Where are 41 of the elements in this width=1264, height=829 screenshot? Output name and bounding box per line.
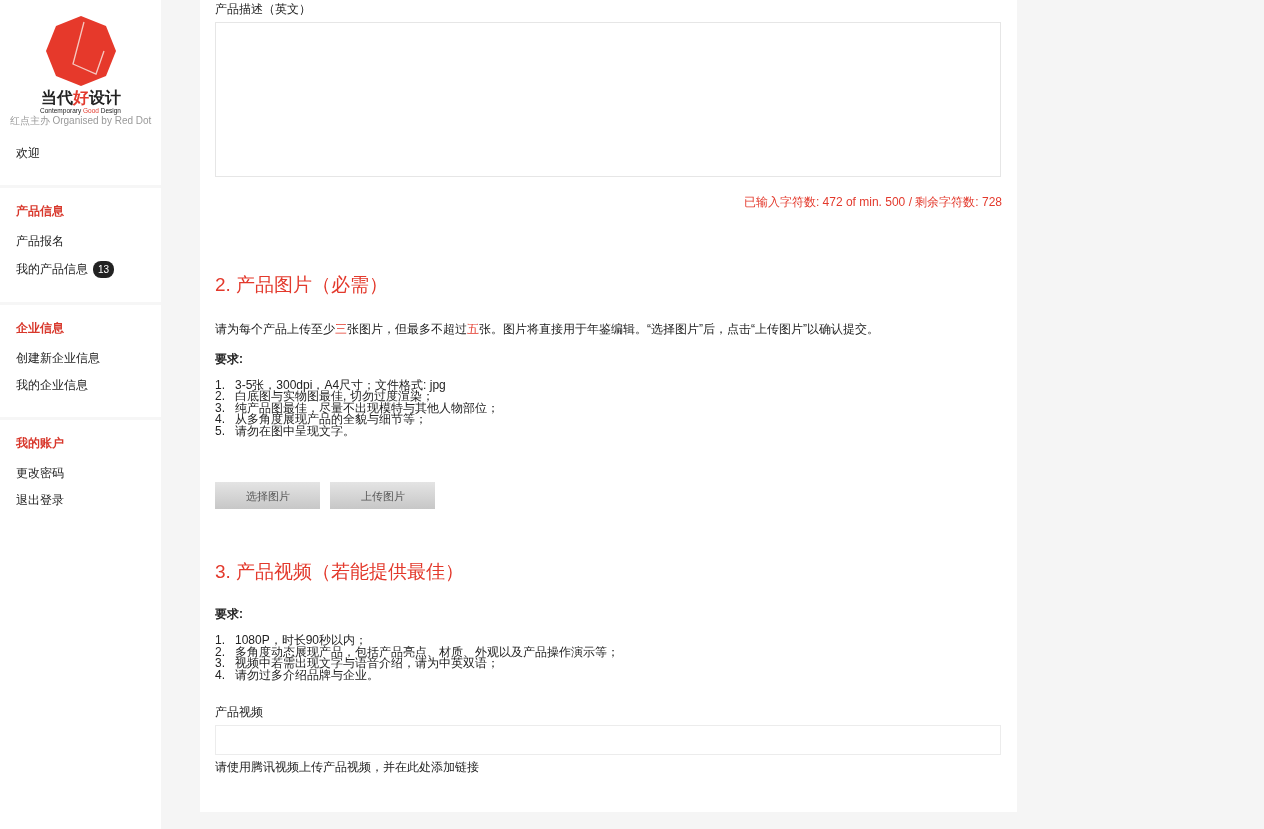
sidebar-link[interactable]: 欢迎 bbox=[16, 146, 40, 161]
requirement-text: 从多角度展现产品的全貌与细节等； bbox=[235, 414, 427, 426]
list-number: 4. bbox=[215, 669, 226, 682]
requirement-text: 视频中若需出现文字与语音介绍，请为中英双语； bbox=[235, 658, 499, 670]
logo-icon bbox=[45, 16, 116, 86]
requirement-text: 1080P，时长90秒以内； bbox=[235, 635, 368, 647]
logo-organiser: 红点主办 Organised by Red Dot bbox=[9, 115, 152, 126]
field-label: 产品视频 bbox=[215, 704, 263, 722]
list-number: 1. bbox=[215, 635, 226, 647]
sidebar-link[interactable]: 我的产品信息 bbox=[16, 262, 88, 277]
list-number: 1. bbox=[215, 379, 226, 392]
sidebar-link[interactable]: 更改密码 bbox=[16, 466, 64, 481]
list-number: 3. bbox=[215, 658, 226, 670]
logo-title: 当代好设计 bbox=[40, 89, 121, 107]
requirement-text: 请勿在图中呈现文字。 bbox=[235, 425, 355, 438]
sidebar-heading: 企业信息 bbox=[16, 320, 64, 337]
field-label: 产品描述（英文） bbox=[215, 3, 311, 15]
character-counter: 已输入字符数: 472 of min. 500 / 剩余字符数: 728 bbox=[743, 195, 1002, 209]
list-number: 4. bbox=[215, 414, 226, 426]
count-badge: 13 bbox=[93, 261, 115, 278]
list-number: 2. bbox=[215, 391, 226, 403]
requirements-label: 要求: bbox=[215, 351, 243, 366]
section-title: 2. 产品图片（必需） bbox=[215, 274, 389, 297]
sidebar-heading: 我的账户 bbox=[16, 435, 64, 452]
help-text: 请使用腾讯视频上传产品视频，并在此处添加链接 bbox=[215, 760, 479, 775]
sidebar-link[interactable]: 我的企业信息 bbox=[16, 378, 88, 393]
requirement-text: 请勿过多介绍品牌与企业。 bbox=[235, 669, 379, 682]
intro-text: 请为每个产品上传至少三张图片，但最多不超过五张。图片将直接用于年鉴编辑。“选择图片”后，点击“上传图片”以确认提交。 bbox=[215, 321, 879, 336]
sidebar-link[interactable]: 产品报名 bbox=[16, 234, 64, 249]
requirement-text: 白底图与实物图最佳, 切勿过度渲染； bbox=[235, 391, 434, 403]
list-number: 3. bbox=[215, 402, 226, 415]
upload-image-button[interactable]: 上传图片 bbox=[330, 482, 435, 510]
list-number: 5. bbox=[215, 425, 226, 438]
sidebar-link[interactable]: 创建新企业信息 bbox=[16, 351, 100, 366]
sidebar-link[interactable]: 退出登录 bbox=[16, 493, 64, 508]
choose-image-button[interactable]: 选择图片 bbox=[215, 482, 320, 510]
requirements-label: 要求: bbox=[215, 607, 243, 622]
section-title: 3. 产品视频（若能提供最佳） bbox=[215, 561, 465, 585]
list-number: 2. bbox=[215, 646, 226, 659]
description-field[interactable] bbox=[215, 22, 1001, 177]
sidebar-heading: 产品信息 bbox=[16, 203, 64, 220]
